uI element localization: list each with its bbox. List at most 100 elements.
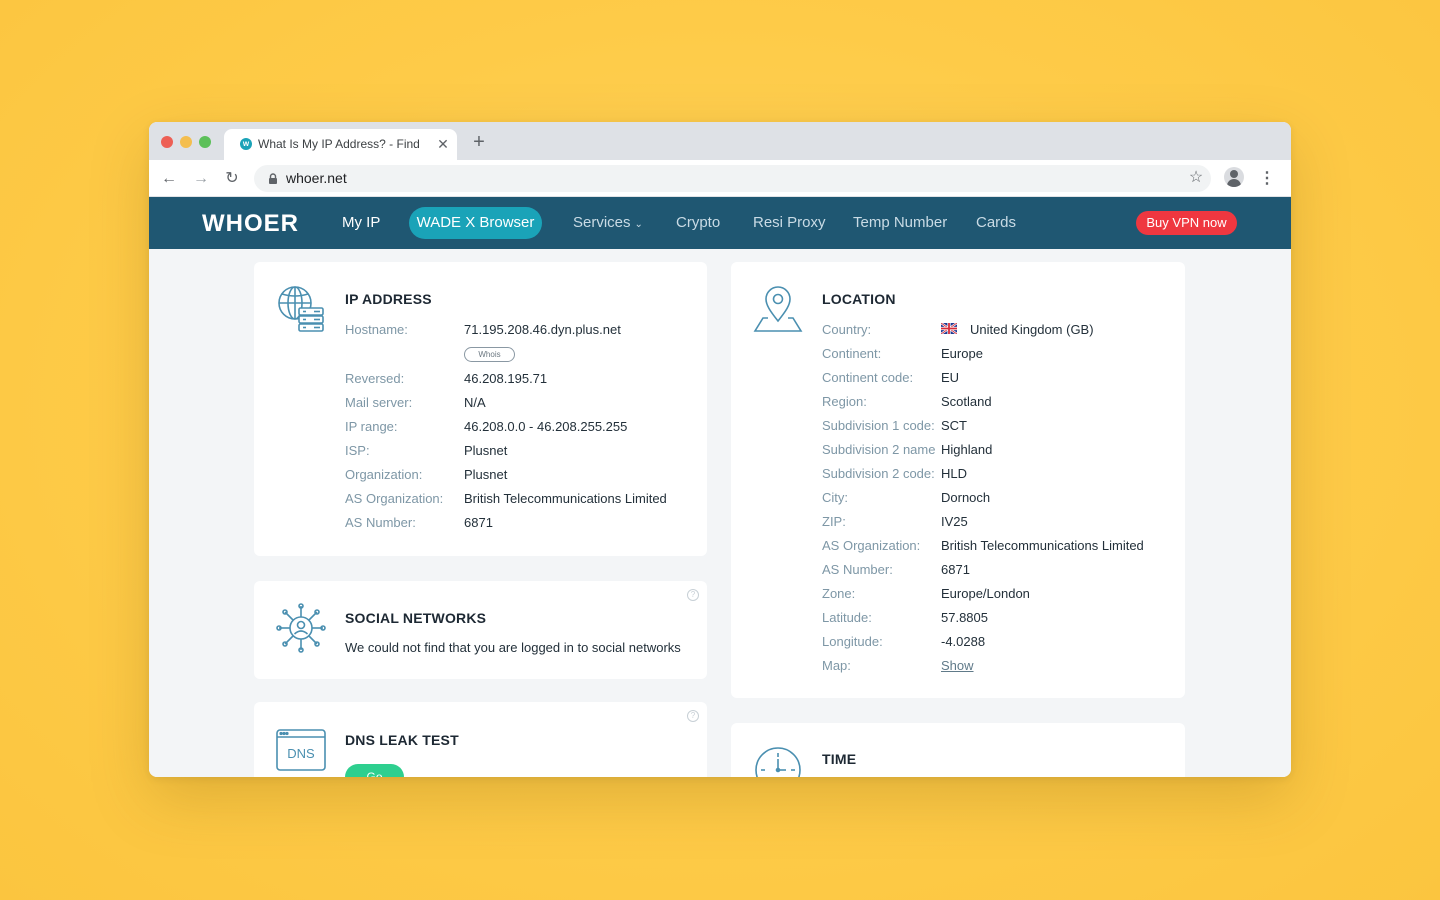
row-label: Continent: bbox=[822, 346, 882, 361]
row-label: Subdivision 1 code: bbox=[822, 418, 935, 433]
row-value: HLD bbox=[941, 466, 968, 481]
social-networks-status: We could not find that you are logged in… bbox=[345, 640, 681, 655]
new-tab-icon[interactable]: + bbox=[469, 132, 489, 152]
globe-server-icon bbox=[278, 286, 324, 332]
row-value: Dornoch bbox=[941, 490, 991, 505]
whoer-logo[interactable]: WHOER bbox=[202, 210, 299, 238]
tab-title: What Is My IP Address? - Find bbox=[258, 137, 420, 151]
lock-icon bbox=[269, 173, 277, 184]
row-label: Mail server: bbox=[345, 395, 413, 410]
dns-leak-title: DNS LEAK TEST bbox=[345, 732, 459, 748]
row-value: 6871 bbox=[941, 562, 970, 577]
close-tab-icon[interactable]: ✕ bbox=[436, 135, 450, 153]
row-label: Country: bbox=[822, 322, 872, 337]
location-card: LOCATION Country: United Kingdom (GB) Co… bbox=[731, 262, 1185, 698]
site-navbar: WHOER My IP WADE X Browser Services ⌄ Cry… bbox=[149, 197, 1291, 249]
row-label: IP range: bbox=[345, 419, 398, 434]
row-value: 46.208.195.71 bbox=[464, 371, 548, 386]
row-value: 6871 bbox=[464, 515, 493, 530]
nav-cards[interactable]: Cards bbox=[976, 214, 1016, 231]
back-arrow-icon[interactable]: ← bbox=[158, 168, 180, 190]
row-value: British Telecommunications Limited bbox=[464, 491, 667, 506]
row-value: 57.8805 bbox=[941, 610, 988, 625]
social-networks-title: SOCIAL NETWORKS bbox=[345, 610, 487, 626]
bookmark-star-icon[interactable]: ☆ bbox=[1187, 169, 1205, 187]
ip-address-card: IP ADDRESS Hostname: 71.195.208.46.dyn.p… bbox=[254, 262, 707, 556]
row-label: AS Number: bbox=[345, 515, 416, 530]
row-value: 71.195.208.46.dyn.plus.net bbox=[464, 322, 621, 337]
browser-toolbar: ← → ↻ whoer.net ☆ ⋮ bbox=[149, 160, 1291, 197]
row-value: Plusnet bbox=[464, 443, 508, 458]
row-label: AS Organization: bbox=[822, 538, 921, 553]
kebab-menu-icon[interactable]: ⋮ bbox=[1259, 168, 1275, 190]
browser-window: w What Is My IP Address? - Find ✕ + ← → … bbox=[149, 122, 1291, 777]
chevron-down-icon: ⌄ bbox=[634, 219, 643, 230]
nav-crypto[interactable]: Crypto bbox=[676, 214, 720, 231]
row-label: AS Organization: bbox=[345, 491, 444, 506]
clock-icon bbox=[755, 747, 801, 777]
url-text: whoer.net bbox=[286, 170, 347, 186]
row-value: Europe bbox=[941, 346, 983, 361]
row-label: Continent code: bbox=[822, 370, 914, 385]
row-label: Hostname: bbox=[345, 322, 408, 337]
nav-resi-proxy[interactable]: Resi Proxy bbox=[753, 214, 826, 231]
row-value: Highland bbox=[941, 442, 993, 457]
nav-my-ip[interactable]: My IP bbox=[342, 214, 380, 231]
close-window-button[interactable] bbox=[161, 136, 173, 148]
row-label: ISP: bbox=[345, 443, 370, 458]
nav-temp-number[interactable]: Temp Number bbox=[853, 214, 947, 231]
maximize-window-button[interactable] bbox=[199, 136, 211, 148]
row-value: EU bbox=[941, 370, 960, 385]
dns-icon-text: DNS bbox=[287, 746, 315, 761]
whois-button[interactable]: Whois bbox=[464, 347, 515, 362]
row-label: Latitude: bbox=[822, 610, 872, 625]
whoer-favicon-icon: w bbox=[240, 138, 252, 150]
row-value: -4.0288 bbox=[941, 634, 986, 649]
social-network-icon bbox=[276, 603, 326, 653]
nav-services[interactable]: Services ⌄ bbox=[573, 214, 643, 231]
row-value: 46.208.0.0 - 46.208.255.255 bbox=[464, 419, 628, 434]
dns-window-icon: DNS bbox=[276, 729, 326, 771]
nav-services-label: Services bbox=[573, 214, 631, 231]
forward-arrow-icon[interactable]: → bbox=[190, 168, 212, 190]
profile-avatar-icon[interactable] bbox=[1224, 167, 1244, 187]
tab-strip: w What Is My IP Address? - Find ✕ + bbox=[149, 122, 1291, 160]
dns-go-button[interactable]: Go bbox=[345, 764, 404, 777]
minimize-window-button[interactable] bbox=[180, 136, 192, 148]
dns-leak-card: ? DNS DNS LEAK TEST Go bbox=[254, 702, 707, 777]
uk-flag-icon bbox=[941, 323, 957, 334]
row-label: Region: bbox=[822, 394, 867, 409]
nav-wade-x-browser[interactable]: WADE X Browser bbox=[409, 207, 542, 239]
time-title: TIME bbox=[822, 751, 857, 767]
row-value: British Telecommunications Limited bbox=[941, 538, 1144, 553]
map-pin-icon bbox=[753, 286, 803, 332]
address-bar[interactable]: whoer.net ☆ bbox=[254, 165, 1211, 192]
row-label: AS Number: bbox=[822, 562, 893, 577]
row-value: Scotland bbox=[941, 394, 992, 409]
row-label: Longitude: bbox=[822, 634, 883, 649]
row-label: City: bbox=[822, 490, 848, 505]
row-label: Organization: bbox=[345, 467, 423, 482]
row-label: ZIP: bbox=[822, 514, 846, 529]
row-label: Reversed: bbox=[345, 371, 405, 386]
map-show-link[interactable]: Show bbox=[941, 658, 974, 673]
row-label: Subdivision 2 name bbox=[822, 442, 936, 457]
row-label: Subdivision 2 code: bbox=[822, 466, 935, 481]
buy-vpn-button[interactable]: Buy VPN now bbox=[1136, 211, 1237, 235]
help-icon[interactable]: ? bbox=[687, 589, 699, 601]
row-label: Map: bbox=[822, 658, 851, 673]
row-value: Plusnet bbox=[464, 467, 508, 482]
help-icon[interactable]: ? bbox=[687, 710, 699, 722]
location-title: LOCATION bbox=[822, 291, 896, 307]
page-content: IP ADDRESS Hostname: 71.195.208.46.dyn.p… bbox=[149, 249, 1291, 777]
row-value: IV25 bbox=[941, 514, 968, 529]
row-value: SCT bbox=[941, 418, 967, 433]
time-card: TIME bbox=[731, 723, 1185, 777]
ip-address-title: IP ADDRESS bbox=[345, 291, 432, 307]
browser-tab[interactable]: w What Is My IP Address? - Find ✕ bbox=[224, 129, 457, 160]
country-value: United Kingdom (GB) bbox=[970, 322, 1094, 337]
row-label: Zone: bbox=[822, 586, 856, 601]
row-value: N/A bbox=[464, 395, 486, 410]
social-networks-card: ? SOCIAL NETWORKS We could not find that… bbox=[254, 581, 707, 679]
reload-icon[interactable]: ↻ bbox=[221, 168, 243, 190]
